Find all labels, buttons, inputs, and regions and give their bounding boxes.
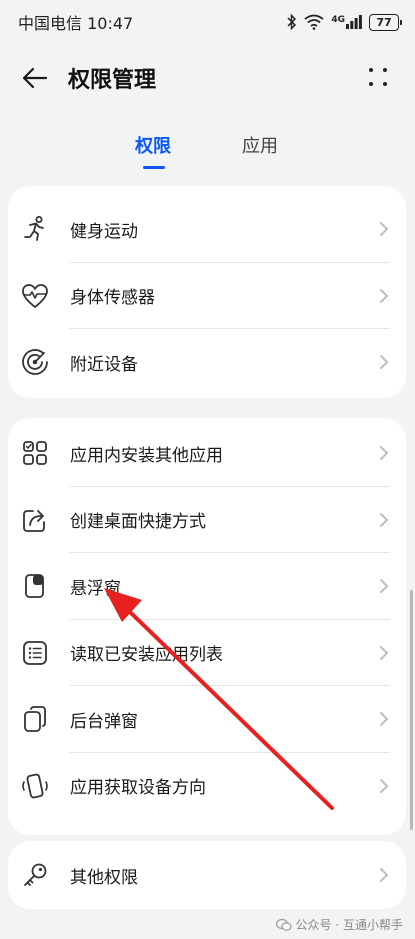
tab-apps[interactable]: 应用 — [242, 132, 278, 158]
permission-label: 读取已安装应用列表 — [70, 645, 223, 666]
permission-label: 附近设备 — [70, 354, 138, 375]
permission-item-fitness[interactable]: 健身运动 — [8, 196, 406, 263]
popup-window-icon — [20, 704, 50, 734]
permission-item-body-sensors[interactable]: 身体传感器 — [8, 263, 406, 329]
chevron-right-icon — [380, 868, 389, 882]
permission-item-other[interactable]: 其他权限 — [8, 841, 406, 909]
tab-bar: 权限 应用 — [0, 128, 415, 172]
header: 权限管理 — [0, 50, 415, 106]
share-shortcut-icon — [20, 505, 50, 535]
card-top-spacer — [8, 186, 406, 196]
more-dot-icon — [369, 68, 373, 72]
permission-item-installed-apps-list[interactable]: 读取已安装应用列表 — [8, 620, 406, 686]
status-icons: 4G 77 — [287, 13, 402, 31]
chevron-right-icon — [380, 446, 389, 461]
carrier-time: 中国电信 10:47 — [18, 14, 134, 33]
radar-icon — [20, 347, 50, 377]
chevron-right-icon — [380, 778, 389, 793]
permission-label: 身体传感器 — [70, 288, 155, 309]
tab-indicator — [143, 166, 165, 169]
back-button[interactable] — [18, 61, 52, 95]
permission-label: 悬浮窗 — [70, 578, 121, 599]
scrollbar[interactable] — [410, 590, 413, 830]
page-title: 权限管理 — [68, 68, 157, 93]
battery-icon: 77 — [369, 13, 402, 31]
watermark-text: 公众号 · 互通小帮手 — [295, 918, 403, 932]
chevron-right-icon — [380, 645, 389, 660]
permission-label: 创建桌面快捷方式 — [70, 512, 206, 533]
tab-permissions[interactable]: 权限 — [135, 132, 171, 158]
key-icon — [20, 860, 50, 890]
back-arrow-icon — [22, 67, 48, 89]
permissions-card-1: 健身运动 身体传感器 附近设备 — [8, 186, 406, 398]
more-options-button[interactable] — [365, 64, 393, 92]
bluetooth-icon — [287, 14, 297, 30]
more-dot-icon — [369, 82, 373, 86]
list-icon — [20, 638, 50, 668]
app-grid-icon — [20, 438, 50, 468]
permission-item-device-orientation[interactable]: 应用获取设备方向 — [8, 753, 406, 820]
watermark: 公众号 · 互通小帮手 — [275, 916, 403, 933]
status-bar: 中国电信 10:47 4G 77 — [0, 0, 415, 44]
permission-label: 其他权限 — [70, 867, 138, 888]
permission-item-floating-window[interactable]: 悬浮窗 — [8, 553, 406, 620]
chevron-right-icon — [380, 355, 389, 370]
more-dot-icon — [383, 68, 387, 72]
floating-window-icon — [20, 571, 50, 601]
permission-label: 应用内安装其他应用 — [70, 445, 223, 466]
permissions-card-2: 应用内安装其他应用 创建桌面快捷方式 悬浮窗 读取已安装应用列表 后台弹窗 应用… — [8, 418, 406, 835]
permission-item-desktop-shortcut[interactable]: 创建桌面快捷方式 — [8, 487, 406, 553]
chevron-right-icon — [380, 712, 389, 727]
permission-item-install-apps[interactable]: 应用内安装其他应用 — [8, 420, 406, 487]
permission-item-nearby-devices[interactable]: 附近设备 — [8, 329, 406, 396]
more-dot-icon — [383, 82, 387, 86]
permission-label: 后台弹窗 — [70, 711, 138, 732]
chevron-right-icon — [380, 288, 389, 303]
device-rotation-icon — [20, 771, 50, 801]
signal-icon: 4G — [331, 15, 362, 29]
permission-label: 应用获取设备方向 — [70, 778, 206, 799]
chevron-right-icon — [380, 579, 389, 594]
permission-label: 健身运动 — [70, 221, 138, 242]
wechat-icon — [275, 918, 292, 932]
running-icon — [20, 214, 50, 244]
chevron-right-icon — [380, 222, 389, 237]
permission-item-background-popup[interactable]: 后台弹窗 — [8, 686, 406, 753]
permissions-card-3: 其他权限 — [8, 841, 406, 909]
chevron-right-icon — [380, 512, 389, 527]
wifi-icon — [304, 14, 324, 30]
heart-pulse-icon — [20, 281, 50, 311]
